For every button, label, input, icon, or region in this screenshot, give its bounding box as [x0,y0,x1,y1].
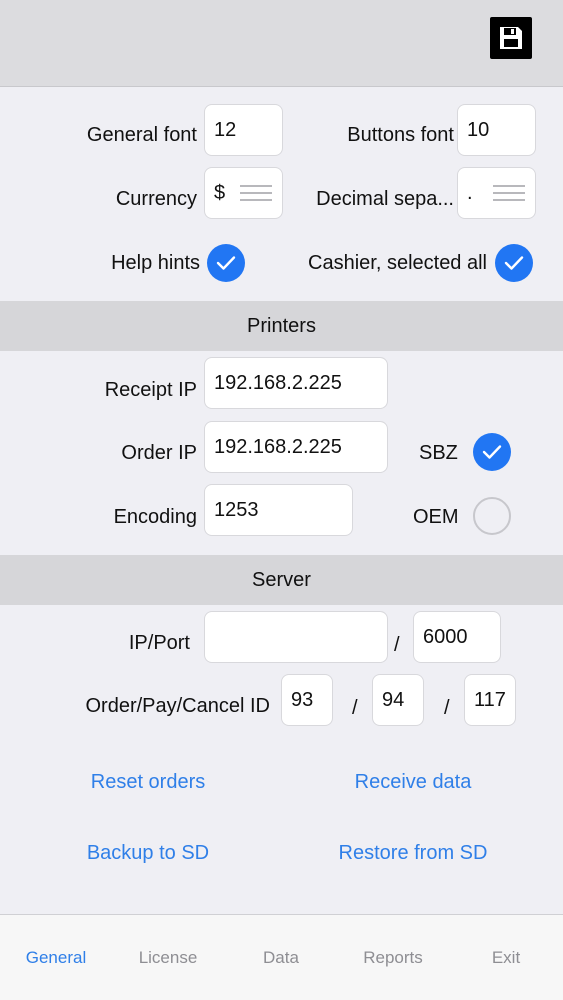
order-ip-label: Order IP [121,442,197,464]
save-button[interactable] [490,17,532,59]
buttons-font-label: Buttons font [347,124,454,146]
tab-reports[interactable]: Reports [337,945,449,971]
order-pay-cancel-id-label: Order/Pay/Cancel ID [85,695,270,717]
pay-id-input[interactable]: 94 [372,674,424,726]
order-id-input[interactable]: 93 [281,674,333,726]
drag-handle-icon [493,185,525,201]
tab-license[interactable]: License [112,945,224,971]
server-port-input[interactable]: 6000 [413,611,501,663]
sbz-checkbox[interactable] [473,433,511,471]
decimal-separator-value: . [467,182,473,204]
receive-data-button[interactable]: Receive data [313,767,513,797]
cashier-selected-all-label: Cashier, selected all [308,252,487,274]
checkmark-icon [504,256,524,270]
tab-bar: General License Data Reports Exit [0,914,563,1000]
ip-port-label: IP/Port [128,632,190,654]
checkmark-icon [482,445,502,459]
buttons-font-input[interactable]: 10 [457,104,536,156]
drag-handle-icon [240,185,272,201]
decimal-separator-select[interactable]: . [457,167,536,219]
id-separator-2: / [444,697,450,719]
restore-from-sd-button[interactable]: Restore from SD [303,838,523,868]
floppy-disk-icon [500,27,522,49]
help-hints-checkbox[interactable] [207,244,245,282]
server-section-header: Server [0,555,563,605]
server-ip-input[interactable] [204,611,388,663]
backup-to-sd-button[interactable]: Backup to SD [48,838,248,868]
id-separator-1: / [352,697,358,719]
ip-port-separator: / [394,634,400,656]
sbz-label: SBZ [419,442,458,464]
order-ip-input[interactable]: 192.168.2.225 [204,421,388,473]
cancel-id-input[interactable]: 117 [464,674,516,726]
currency-label: Currency [115,188,197,210]
currency-select[interactable]: $ [204,167,283,219]
currency-value: $ [214,182,226,204]
printers-section-header: Printers [0,301,563,351]
top-bar [0,0,563,87]
checkmark-icon [216,256,236,270]
help-hints-label: Help hints [111,252,200,274]
general-font-input[interactable]: 12 [204,104,283,156]
tab-exit[interactable]: Exit [450,945,562,971]
receipt-ip-label: Receipt IP [104,379,197,401]
encoding-input[interactable]: 1253 [204,484,353,536]
reset-orders-button[interactable]: Reset orders [48,767,248,797]
cashier-selected-all-checkbox[interactable] [495,244,533,282]
general-font-label: General font [86,124,197,146]
receipt-ip-input[interactable]: 192.168.2.225 [204,357,388,409]
tab-general[interactable]: General [0,945,112,971]
encoding-label: Encoding [113,506,197,528]
oem-label: OEM [413,506,459,528]
oem-checkbox[interactable] [473,497,511,535]
decimal-separator-label: Decimal sepa... [316,188,454,210]
tab-data[interactable]: Data [225,945,337,971]
